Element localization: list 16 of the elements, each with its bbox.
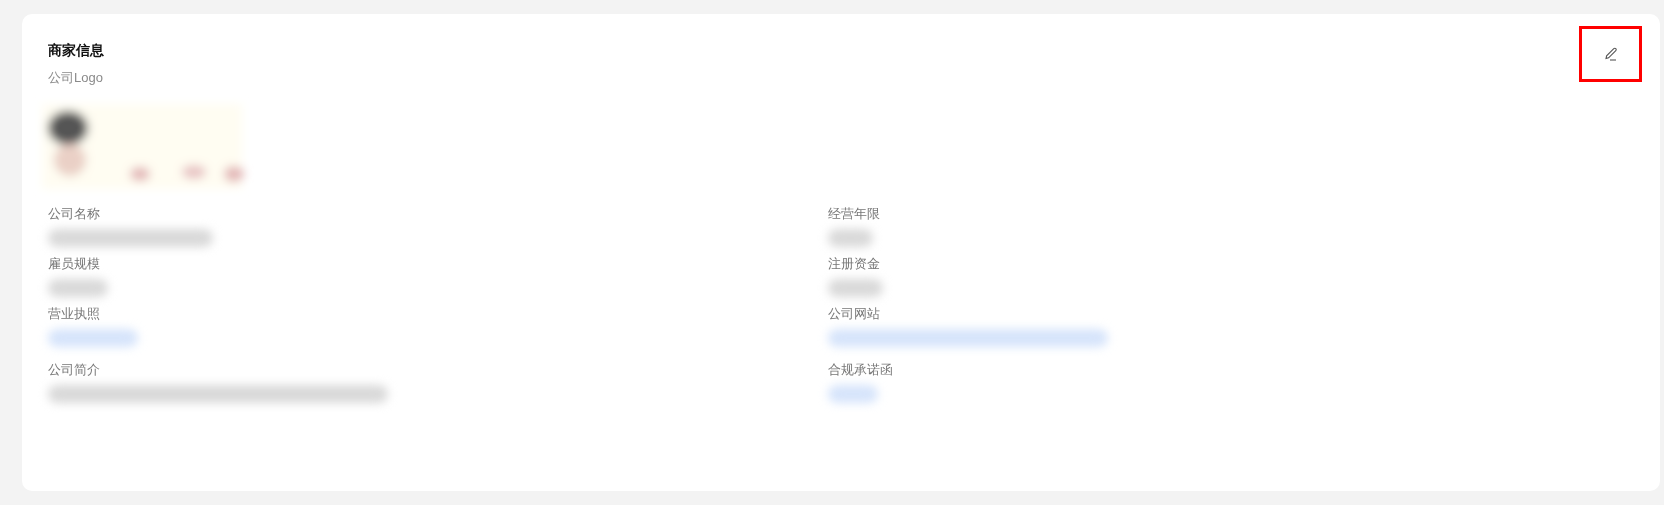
field-label: 雇员规模 [48, 255, 101, 273]
field-label: 公司名称 [48, 205, 101, 223]
edit-button[interactable] [1579, 26, 1642, 82]
blurred-value [48, 279, 108, 297]
section-title: 商家信息 [48, 41, 104, 60]
field-label: 经营年限 [828, 205, 881, 223]
blurred-value [828, 279, 883, 297]
logo-label: 公司Logo [48, 69, 104, 87]
blurred-value [828, 385, 878, 403]
field-label: 注册资金 [828, 255, 881, 273]
field-label: 公司网站 [828, 305, 881, 323]
field-label: 合规承诺函 [828, 361, 894, 379]
pencil-icon [1602, 46, 1619, 62]
blurred-value [828, 229, 873, 247]
field-label: 公司简介 [48, 361, 101, 379]
field-label: 营业执照 [48, 305, 101, 323]
